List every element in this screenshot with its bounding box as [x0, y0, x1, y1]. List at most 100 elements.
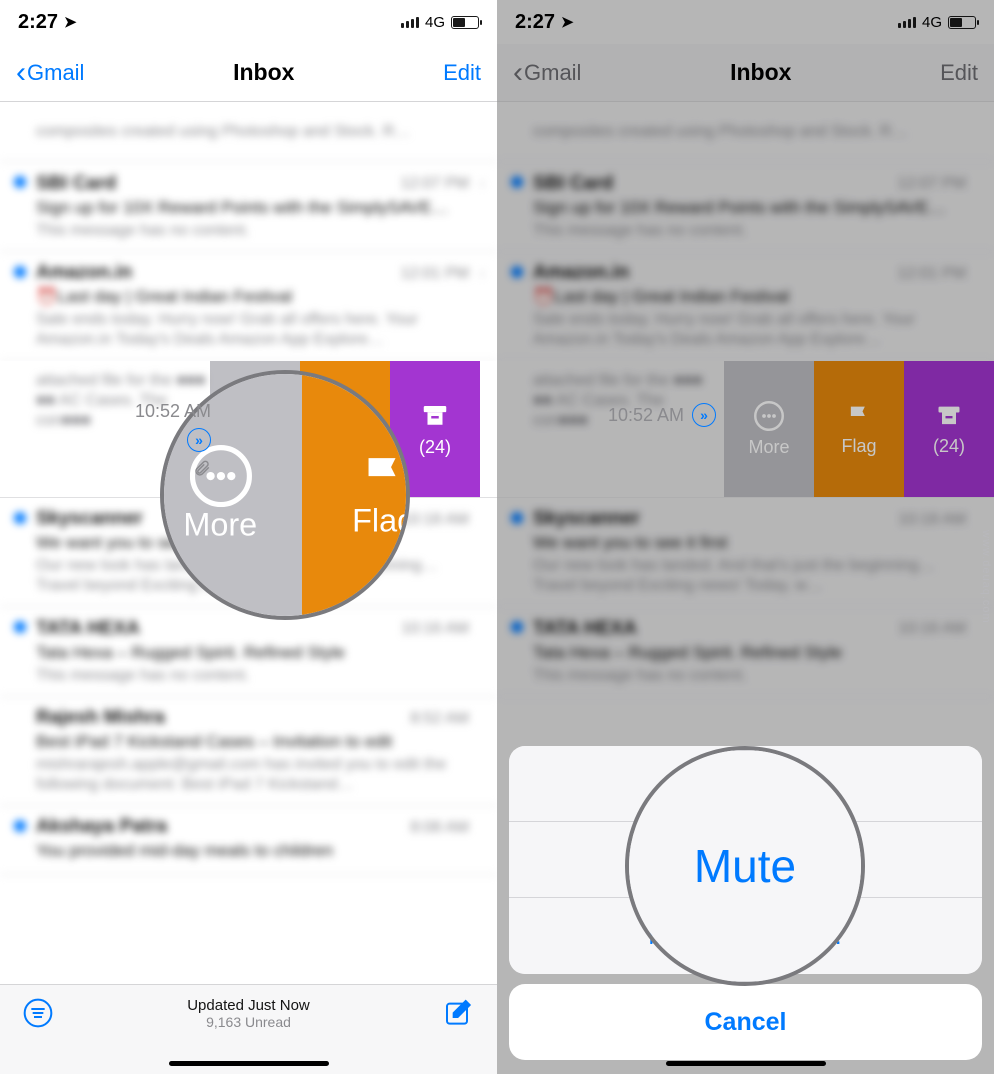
status-time: 2:27	[515, 11, 555, 34]
toolbar-updated: Updated Just Now	[54, 997, 443, 1014]
unread-dot-icon	[14, 176, 26, 188]
mail-time: 12:01 PM	[401, 265, 469, 283]
unread-dot-icon	[14, 266, 26, 278]
mail-row[interactable]: Amazon.in ⏰Last day | Great Indian Festi…	[0, 252, 497, 361]
flag-icon	[845, 402, 873, 430]
home-indicator[interactable]	[666, 1061, 826, 1066]
home-indicator[interactable]	[169, 1061, 329, 1066]
mail-subject: You provided mid-day meals to children	[36, 841, 481, 861]
filter-button[interactable]	[22, 997, 54, 1034]
mail-preview: composites created using Photoshop and S…	[533, 122, 978, 142]
mail-time: 8:08 AM	[410, 819, 469, 837]
zoom-mute-label: Mute	[629, 750, 861, 982]
mail-time: 10:52 AM	[135, 401, 211, 422]
mail-row-swiped: attached file for the ■■■ ■■ AC Cases. T…	[497, 361, 994, 498]
mail-row[interactable]: TATA HEXA Tata Hexa – Rugged Spirit. Ref…	[0, 607, 497, 697]
status-time-wrap: 2:27 ➤	[18, 11, 77, 34]
mail-time: 10:52 AM	[608, 405, 684, 426]
mail-time: 10:16 AM	[898, 620, 966, 638]
network-label: 4G	[425, 14, 445, 31]
mail-preview: This message has no content.	[533, 666, 978, 686]
callout-zoom-mute: Mute	[625, 746, 865, 986]
watermark: www.deuaq.com	[980, 530, 992, 624]
swipe-flag-button[interactable]: Flag	[814, 361, 904, 497]
swipe-more-button[interactable]: More	[724, 361, 814, 497]
compose-icon	[443, 997, 475, 1029]
status-indicators: 4G	[401, 14, 479, 31]
mail-row[interactable]: Rajesh Mishra Best iPad 7 Kickstand Case…	[0, 697, 497, 806]
mail-time: 12:01 PM	[898, 265, 966, 283]
mail-subject: Tata Hexa – Rugged Spirit. Refined Style	[36, 643, 481, 663]
unread-dot-icon	[14, 512, 26, 524]
zoom-flag-button: Flag	[302, 370, 410, 620]
mail-preview: Our new look has landed. And that's just…	[533, 556, 978, 596]
location-icon: ➤	[561, 13, 574, 31]
swipe-flag-label: Flag	[841, 436, 876, 457]
navbar: ‹ Gmail Inbox Edit	[0, 44, 497, 102]
mail-subject: ⏰Last day | Great Indian Festival	[36, 287, 481, 307]
edit-button[interactable]: Edit	[443, 60, 481, 86]
status-time: 2:27	[18, 11, 58, 34]
swipe-actions: More Flag (24)	[724, 361, 994, 497]
back-label: Gmail	[27, 60, 84, 86]
chevron-right-icon: ›	[480, 175, 485, 193]
mail-row[interactable]: Akshaya Patra You provided mid-day meals…	[0, 806, 497, 875]
mail-preview: This message has no content.	[533, 221, 978, 241]
compose-button[interactable]	[443, 997, 475, 1034]
battery-icon	[948, 16, 976, 29]
chevron-left-icon: ‹	[513, 58, 523, 88]
ellipsis-icon	[754, 401, 784, 431]
signal-icon	[898, 17, 916, 28]
thread-chevron-icon: »	[187, 428, 211, 452]
mail-row: TATA HEXA Tata Hexa – Rugged Spirit. Ref…	[497, 607, 994, 697]
signal-icon	[401, 17, 419, 28]
back-button[interactable]: ‹ Gmail	[513, 58, 581, 88]
mail-subject: Sign up for 10X Reward Points with the S…	[36, 198, 481, 218]
mail-row: Amazon.in ⏰Last day | Great Indian Festi…	[497, 252, 994, 361]
phone-right: 2:27 ➤ 4G ‹ Gmail Inbox Edit composites …	[497, 0, 994, 1074]
unread-dot-icon	[511, 621, 523, 633]
network-label: 4G	[922, 14, 942, 31]
mail-subject: Tata Hexa – Rugged Spirit. Refined Style	[533, 643, 978, 663]
archive-icon	[935, 402, 963, 430]
archive-icon	[420, 401, 450, 431]
unread-dot-icon	[511, 266, 523, 278]
mail-subject: Sign up for 10X Reward Points with the S…	[533, 198, 978, 218]
attachment-icon	[193, 458, 211, 481]
mail-subject: ⏰Last day | Great Indian Festival	[533, 287, 978, 307]
mail-row: SBI Card Sign up for 10X Reward Points w…	[497, 162, 994, 252]
navbar-title: Inbox	[730, 59, 791, 86]
mail-preview: composites created using Photoshop and S…	[36, 122, 481, 142]
toolbar-unread: 9,163 Unread	[54, 1014, 443, 1030]
mail-time: 10:18 AM	[898, 511, 966, 529]
mail-time: 12:07 PM	[898, 175, 966, 193]
swipe-archive-label: (24)	[933, 436, 965, 457]
unread-dot-icon	[14, 820, 26, 832]
mail-row[interactable]: composites created using Photoshop and S…	[0, 102, 497, 162]
zoom-flag-label: Flag	[352, 503, 410, 541]
back-button[interactable]: ‹ Gmail	[16, 58, 84, 88]
mail-time: 8:52 AM	[410, 710, 469, 728]
mail-subject: We want you to see it first	[533, 533, 978, 553]
unread-dot-icon	[511, 176, 523, 188]
edit-button[interactable]: Edit	[940, 60, 978, 86]
unread-dot-icon	[14, 621, 26, 633]
mail-list: composites created using Photoshop and S…	[497, 102, 994, 697]
mail-row: Skyscanner We want you to see it first O…	[497, 498, 994, 607]
battery-icon	[451, 16, 479, 29]
flag-icon	[357, 449, 410, 503]
mail-row-meta: 10:52 AM »	[7, 391, 217, 481]
mail-preview: Sale ends today. Hurry now! Grab all off…	[36, 310, 481, 350]
mail-time: 10:16 AM	[401, 620, 469, 638]
mail-subject: Best iPad 7 Kickstand Cases – Invitation…	[36, 732, 481, 752]
mail-time: 12:07 PM	[401, 175, 469, 193]
mail-preview: This message has no content.	[36, 666, 481, 686]
navbar: ‹ Gmail Inbox Edit	[497, 44, 994, 102]
swipe-archive-label: (24)	[419, 437, 451, 458]
sheet-cancel-button[interactable]: Cancel	[509, 984, 982, 1060]
thread-chevron-icon: »	[692, 403, 716, 427]
chevron-left-icon: ‹	[16, 58, 26, 88]
swipe-archive-button[interactable]: (24)	[904, 361, 994, 497]
swipe-more-label: More	[748, 437, 789, 458]
mail-row[interactable]: SBI Card Sign up for 10X Reward Points w…	[0, 162, 497, 252]
